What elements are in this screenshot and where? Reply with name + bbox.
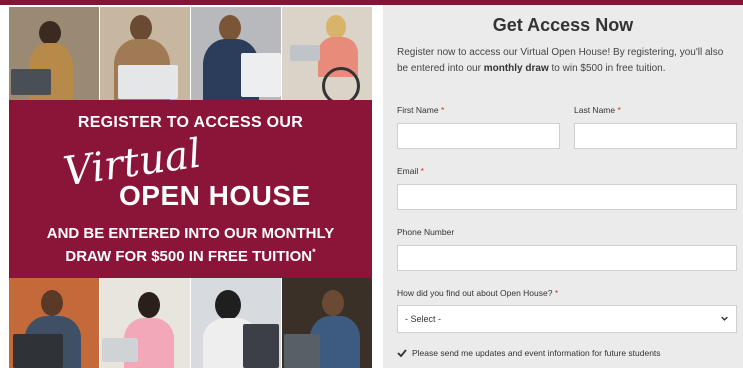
promo-banner: REGISTER TO ACCESS OUR Virtual OPEN HOUS… (9, 100, 372, 278)
last-name-label: Last Name * (574, 105, 621, 115)
last-name-field[interactable] (574, 123, 737, 149)
student-photo-1 (9, 7, 100, 100)
banner-draw-line-1: AND BE ENTERED INTO OUR MONTHLY (46, 225, 335, 242)
banner-draw-line-2: DRAW FOR $500 IN FREE TUITION* (65, 247, 316, 265)
student-photo-5 (9, 278, 100, 368)
student-photo-6 (100, 278, 191, 368)
student-photo-7 (191, 278, 282, 368)
checkmark-icon[interactable] (397, 348, 407, 358)
student-photo-3 (191, 7, 282, 100)
phone-field[interactable] (397, 245, 737, 271)
updates-checkbox-row[interactable]: Please send me updates and event informa… (397, 348, 661, 358)
photo-strip-top (9, 7, 372, 100)
banner-open-house: OPEN HOUSE (119, 180, 311, 211)
promo-image: REGISTER TO ACCESS OUR Virtual OPEN HOUS… (9, 7, 372, 368)
student-photo-4 (282, 7, 372, 100)
chevron-down-icon (721, 316, 728, 321)
email-label: Email * (397, 166, 424, 176)
form-intro: Register now to access our Virtual Open … (397, 47, 724, 74)
source-label: How did you find out about Open House? * (397, 288, 559, 298)
form-title: Get Access Now (492, 15, 634, 35)
source-select-value: - Select - (405, 314, 442, 324)
updates-checkbox-label: Please send me updates and event informa… (412, 348, 661, 358)
banner-draw-text: AND BE ENTERED INTO OUR MONTHLY DRAW FOR… (9, 225, 372, 266)
phone-label: Phone Number (397, 227, 455, 237)
registration-form: Get Access Now Register now to access ou… (383, 5, 743, 368)
photo-strip-bottom (9, 278, 372, 368)
student-photo-2 (100, 7, 191, 100)
email-field[interactable] (397, 184, 737, 210)
student-photo-8 (282, 278, 372, 368)
source-select[interactable]: - Select - (397, 305, 737, 333)
first-name-label: First Name * (397, 105, 445, 115)
banner-headline: REGISTER TO ACCESS OUR (77, 114, 304, 131)
first-name-field[interactable] (397, 123, 560, 149)
